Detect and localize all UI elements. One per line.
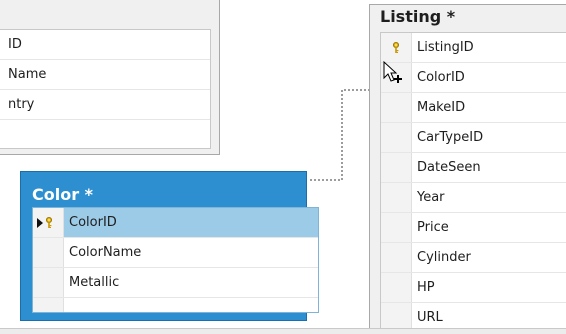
column-name: Cylinder xyxy=(417,250,471,265)
column-row[interactable]: Price xyxy=(381,213,566,243)
primary-key-icon xyxy=(46,217,52,228)
column-name: Price xyxy=(417,220,449,235)
column-name: Year xyxy=(417,190,445,205)
column-row[interactable]: ntry xyxy=(0,90,210,120)
column-row[interactable]: Cylinder xyxy=(381,243,566,273)
column-row[interactable]: Name xyxy=(0,60,210,90)
column-name: DateSeen xyxy=(417,160,481,175)
column-name: ColorName xyxy=(69,245,142,260)
column-name: ntry xyxy=(8,97,35,112)
window-bottom-edge xyxy=(0,328,566,334)
column-row[interactable]: DateSeen xyxy=(381,153,566,183)
column-row[interactable]: CarTypeID xyxy=(381,123,566,153)
mouse-pointer-icon xyxy=(383,61,402,83)
empty-row[interactable] xyxy=(0,120,210,148)
table-partial-left[interactable]: ID Name ntry xyxy=(0,0,220,155)
table-title[interactable]: Color * xyxy=(32,183,93,207)
column-name: CarTypeID xyxy=(417,130,484,145)
row-selector[interactable] xyxy=(33,238,64,267)
diagram-canvas[interactable]: ID Name ntry Listing * ListingID ColorID… xyxy=(0,0,566,334)
column-name: HP xyxy=(417,280,435,295)
current-row-arrow-icon xyxy=(37,218,43,228)
column-name: ColorID xyxy=(69,215,117,230)
table-listing[interactable]: Listing * ListingID ColorID MakeID CarTy… xyxy=(369,4,566,334)
row-selector[interactable] xyxy=(33,268,64,297)
row-selector[interactable] xyxy=(381,273,412,302)
row-selector[interactable] xyxy=(381,213,412,242)
column-row-colorid[interactable]: ColorID xyxy=(381,63,566,93)
column-list: ID Name ntry xyxy=(0,29,211,149)
row-selector[interactable] xyxy=(381,93,412,122)
primary-key-icon xyxy=(393,42,399,53)
column-row-listingid[interactable]: ListingID xyxy=(381,33,566,63)
row-selector[interactable] xyxy=(381,243,412,272)
column-list: ListingID ColorID MakeID CarTypeID DateS… xyxy=(380,32,566,334)
column-name: Name xyxy=(8,67,47,82)
table-color[interactable]: Color * ColorID ColorName Metallic xyxy=(20,171,319,321)
table-title[interactable]: Listing * xyxy=(380,5,455,29)
row-selector[interactable] xyxy=(33,298,64,312)
column-row[interactable]: Year xyxy=(381,183,566,213)
row-selector[interactable] xyxy=(33,208,64,237)
column-row-colorid[interactable]: ColorID xyxy=(33,208,318,238)
row-selector[interactable] xyxy=(381,33,412,62)
column-row[interactable]: HP xyxy=(381,273,566,303)
column-list: ColorID ColorName Metallic xyxy=(32,207,319,313)
empty-row[interactable] xyxy=(33,298,318,312)
column-name: Metallic xyxy=(69,275,120,290)
column-name: URL xyxy=(417,310,443,325)
column-name: MakeID xyxy=(417,100,466,115)
column-row[interactable]: MakeID xyxy=(381,93,566,123)
column-row[interactable]: Metallic xyxy=(33,268,318,298)
column-name: ColorID xyxy=(417,70,465,85)
column-name: ListingID xyxy=(417,40,474,55)
column-row[interactable]: ID xyxy=(0,30,210,60)
column-name: ID xyxy=(8,37,22,52)
row-selector[interactable] xyxy=(381,153,412,182)
row-selector[interactable] xyxy=(381,123,412,152)
row-selector[interactable] xyxy=(381,183,412,212)
column-row[interactable]: ColorName xyxy=(33,238,318,268)
